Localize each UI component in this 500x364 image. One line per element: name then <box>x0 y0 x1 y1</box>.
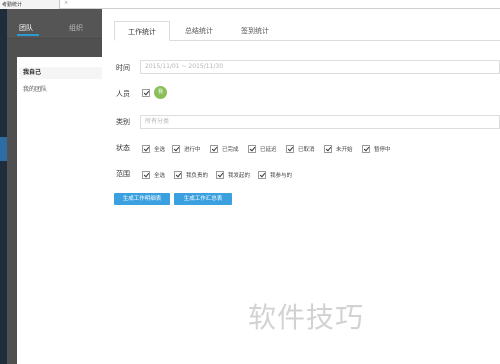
active-tab-indicator <box>17 34 39 36</box>
scope-checkbox-initiated[interactable] <box>216 171 224 179</box>
window-titlebar: 考勤统计 × <box>0 0 500 9</box>
time-range-input[interactable]: 2015/11/01 ~ 2015/11/30 <box>140 60 500 74</box>
category-select[interactable]: 所有分类 <box>140 115 500 129</box>
scope-option-label: 我发起的 <box>228 173 251 179</box>
sidebar-panel: 我自己 我的团队 <box>17 57 102 364</box>
avatar[interactable]: 我 <box>154 86 167 99</box>
status-checkbox-not-started[interactable] <box>324 145 332 153</box>
desktop-edge <box>0 9 7 364</box>
status-option-label: 已完成 <box>222 147 239 153</box>
sidebar-tabs: 团队 组织 <box>7 9 102 39</box>
sidebar-tab-team[interactable]: 团队 <box>19 23 33 33</box>
sidebar-item-me[interactable]: 我自己 <box>19 67 102 79</box>
desktop-edge-highlight <box>0 137 7 161</box>
person-checkbox[interactable] <box>142 89 150 97</box>
status-option-label: 已取消 <box>298 147 315 153</box>
status-checkbox-paused[interactable] <box>362 145 370 153</box>
sidebar: 团队 组织 我自己 我的团队 <box>7 9 102 364</box>
scope-option-label: 全选 <box>154 173 166 179</box>
main-tabs: 工作统计 总结统计 签到统计 <box>114 21 500 41</box>
close-icon[interactable]: × <box>64 0 68 6</box>
scope-option-label: 我参与的 <box>270 173 293 179</box>
status-option-label: 暂停中 <box>374 147 391 153</box>
status-checkbox-all[interactable] <box>142 145 150 153</box>
status-checkbox-cancelled[interactable] <box>286 145 294 153</box>
scope-checkbox-participated[interactable] <box>258 171 266 179</box>
status-option-label: 全选 <box>154 147 166 153</box>
scope-option-label: 我负责的 <box>186 173 209 179</box>
watermark: 软件技巧 <box>248 301 365 334</box>
scope-checkbox-all[interactable] <box>142 171 150 179</box>
status-option-label: 进行中 <box>184 147 201 153</box>
scope-checkbox-responsible[interactable] <box>174 171 182 179</box>
scope-label: 范围 <box>116 170 130 178</box>
person-label: 人员 <box>116 90 130 98</box>
status-label: 状态 <box>116 144 130 152</box>
category-label: 类别 <box>116 118 130 126</box>
tab-signin-stats[interactable]: 签到统计 <box>230 21 280 41</box>
tab-summary-stats[interactable]: 总结统计 <box>174 21 224 41</box>
status-checkbox-delayed[interactable] <box>248 145 256 153</box>
sidebar-tab-org[interactable]: 组织 <box>69 23 83 33</box>
time-label: 时间 <box>116 64 130 72</box>
status-option-label: 未开始 <box>336 147 353 153</box>
status-checkbox-in-progress[interactable] <box>172 145 180 153</box>
window-tab[interactable]: 考勤统计 <box>0 0 60 9</box>
window-title: 考勤统计 <box>2 2 23 8</box>
status-option-label: 已延迟 <box>260 147 277 153</box>
tab-work-stats[interactable]: 工作统计 <box>114 21 170 41</box>
generate-detail-report-button[interactable]: 生成工作明细表 <box>114 193 170 205</box>
status-checkbox-completed[interactable] <box>210 145 218 153</box>
generate-summary-report-button[interactable]: 生成工作汇总表 <box>174 193 232 205</box>
sidebar-item-my-team[interactable]: 我的团队 <box>19 84 47 93</box>
